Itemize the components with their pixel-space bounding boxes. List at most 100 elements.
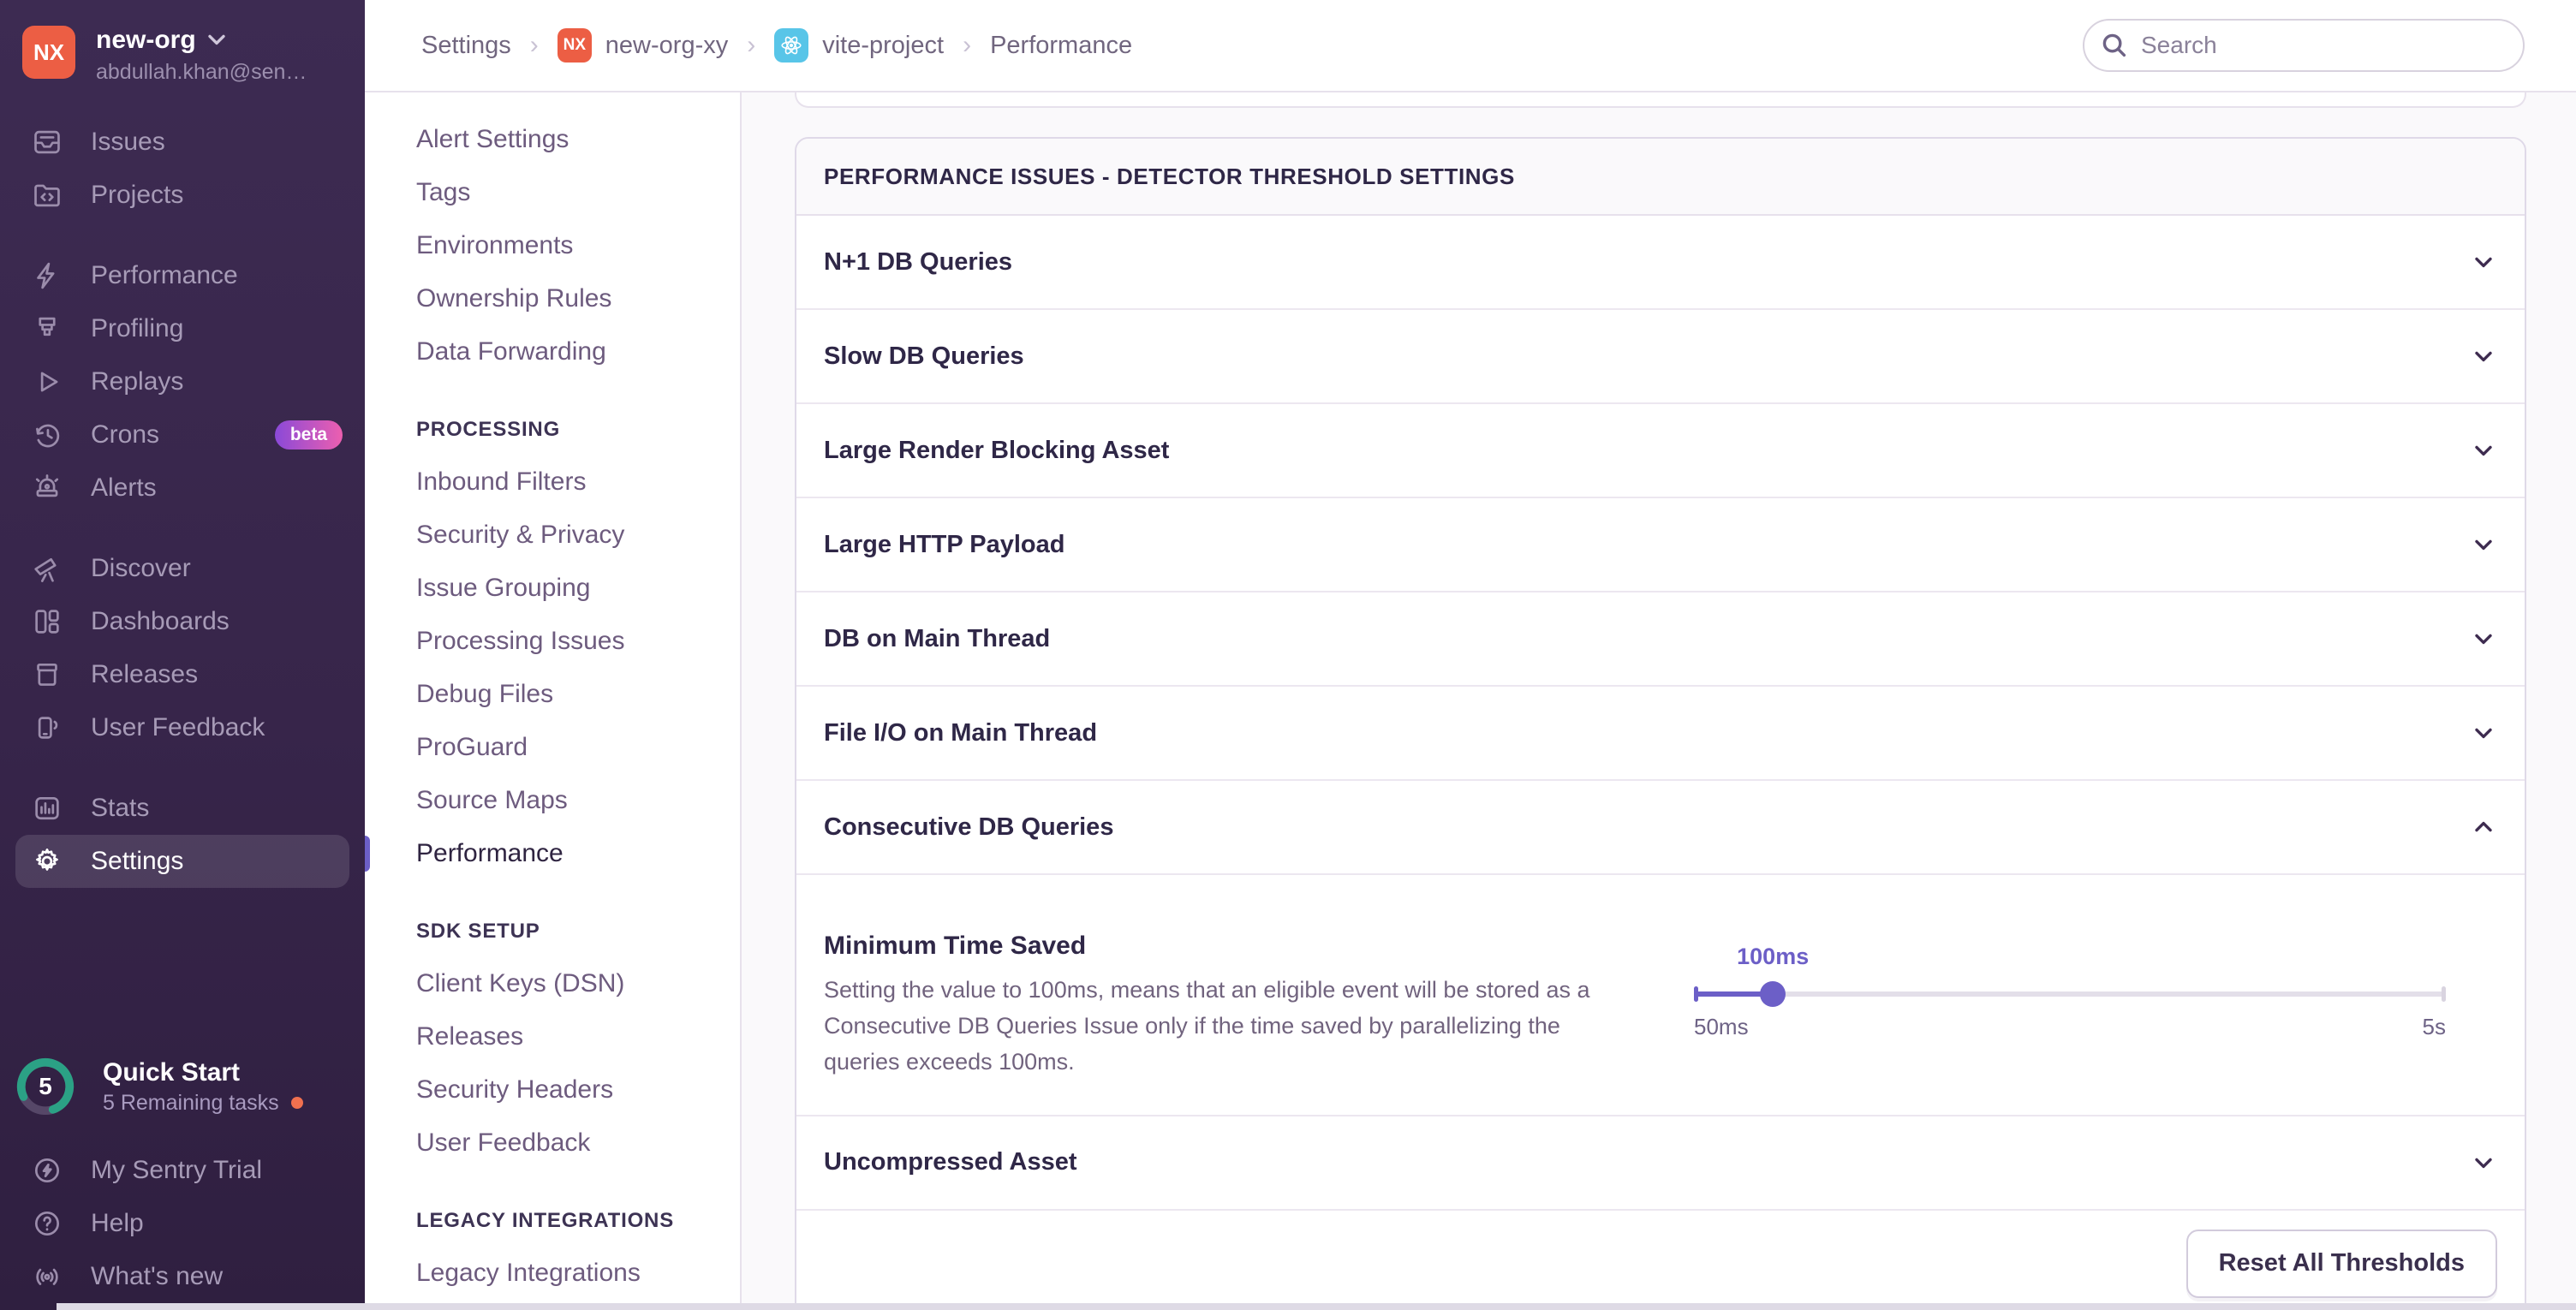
settings-nav-proguard[interactable]: ProGuard bbox=[365, 721, 740, 774]
chevron-down-icon bbox=[2470, 625, 2497, 652]
breadcrumb-org[interactable]: NX new-org-xy bbox=[558, 28, 728, 63]
sidebar-item-label: Replays bbox=[91, 367, 183, 396]
lightning-icon bbox=[31, 259, 63, 292]
slider-track[interactable] bbox=[1694, 991, 2446, 997]
sidebar-item-user-feedback[interactable]: User Feedback bbox=[0, 701, 365, 754]
breadcrumb-separator-icon: › bbox=[963, 31, 971, 60]
settings-nav-ownership-rules[interactable]: Ownership Rules bbox=[365, 272, 740, 325]
slider-value-label: 100ms bbox=[1737, 944, 1809, 970]
sidebar-item-my-sentry-trial[interactable]: My Sentry Trial bbox=[0, 1144, 365, 1197]
accordion-row-db-on-main-thread[interactable]: DB on Main Thread bbox=[796, 592, 2525, 687]
settings-nav-security-headers[interactable]: Security Headers bbox=[365, 1063, 740, 1116]
sidebar-item-whats-new[interactable]: What's new bbox=[0, 1250, 365, 1303]
accordion-row-slow-db-queries[interactable]: Slow DB Queries bbox=[796, 310, 2525, 404]
sidebar-item-label: Help bbox=[91, 1209, 144, 1238]
alert-dot bbox=[291, 1097, 303, 1109]
sidebar-item-alerts[interactable]: Alerts bbox=[0, 461, 365, 515]
settings-nav-issue-grouping[interactable]: Issue Grouping bbox=[365, 562, 740, 615]
org-avatar[interactable]: NX bbox=[22, 26, 75, 79]
sidebar-item-label: Discover bbox=[91, 554, 191, 583]
sidebar-item-label: Projects bbox=[91, 181, 183, 210]
org-email: abdullah.khan@sen… bbox=[96, 60, 307, 85]
chevron-down-icon bbox=[2470, 1149, 2497, 1176]
quick-start-title: Quick Start bbox=[103, 1058, 303, 1087]
breadcrumb-project-label: vite-project bbox=[822, 32, 944, 60]
sidebar-item-crons[interactable]: Crons beta bbox=[0, 408, 365, 461]
accordion-row-uncompressed-asset[interactable]: Uncompressed Asset bbox=[796, 1116, 2525, 1211]
quick-start-count: 5 bbox=[15, 1057, 75, 1116]
sidebar-item-stats[interactable]: Stats bbox=[0, 782, 365, 835]
settings-nav-header-processing: PROCESSING bbox=[365, 404, 740, 456]
sidebar-item-dashboards[interactable]: Dashboards bbox=[0, 595, 365, 648]
setting-description: Setting the value to 100ms, means that a… bbox=[824, 973, 1629, 1081]
accordion-row-large-http-payload[interactable]: Large HTTP Payload bbox=[796, 498, 2525, 592]
sidebar-item-label: Profiling bbox=[91, 314, 183, 343]
settings-nav-releases[interactable]: Releases bbox=[365, 1010, 740, 1063]
accordion-row-consecutive-db-queries[interactable]: Consecutive DB Queries bbox=[796, 781, 2525, 875]
viewport-bottom-edge bbox=[57, 1303, 2576, 1310]
sidebar-item-releases[interactable]: Releases bbox=[0, 648, 365, 701]
accordion-row-label: Uncompressed Asset bbox=[824, 1148, 1076, 1176]
gear-icon bbox=[31, 845, 63, 878]
reset-all-thresholds-button[interactable]: Reset All Thresholds bbox=[2186, 1230, 2497, 1298]
settings-nav-data-forwarding[interactable]: Data Forwarding bbox=[365, 325, 740, 378]
settings-nav-environments[interactable]: Environments bbox=[365, 219, 740, 272]
search-input[interactable] bbox=[2083, 19, 2525, 72]
sidebar-item-help[interactable]: Help bbox=[0, 1197, 365, 1250]
chevron-down-icon bbox=[2470, 342, 2497, 370]
settings-nav-legacy-integrations[interactable]: Legacy Integrations bbox=[365, 1247, 740, 1300]
quick-start-subtitle: 5 Remaining tasks bbox=[103, 1091, 279, 1116]
sidebar-item-label: My Sentry Trial bbox=[91, 1156, 262, 1185]
chevron-down-icon bbox=[208, 34, 225, 46]
settings-nav-processing-issues[interactable]: Processing Issues bbox=[365, 615, 740, 668]
sidebar-bottom: 5 Quick Start 5 Remaining tasks My Sentr… bbox=[0, 1057, 365, 1310]
settings-nav-inbound-filters[interactable]: Inbound Filters bbox=[365, 456, 740, 509]
settings-nav-tags[interactable]: Tags bbox=[365, 166, 740, 219]
setting-title: Minimum Time Saved bbox=[824, 932, 1643, 961]
sidebar-item-projects[interactable]: Projects bbox=[0, 169, 365, 222]
accordion-row-label: Slow DB Queries bbox=[824, 342, 1024, 371]
sidebar-item-discover[interactable]: Discover bbox=[0, 542, 365, 595]
top-header: Settings › NX new-org-xy › vite-project bbox=[365, 0, 2576, 92]
breadcrumb-project[interactable]: vite-project bbox=[774, 28, 944, 63]
expanded-threshold-setting: Minimum Time Saved Setting the value to … bbox=[796, 875, 2525, 1116]
settings-nav-source-maps[interactable]: Source Maps bbox=[365, 774, 740, 827]
org-name[interactable]: new-org bbox=[96, 26, 196, 55]
settings-nav-performance[interactable]: Performance bbox=[365, 827, 740, 880]
sidebar-item-label: Stats bbox=[91, 794, 149, 823]
settings-nav-debug-files[interactable]: Debug Files bbox=[365, 668, 740, 721]
quick-start[interactable]: 5 Quick Start 5 Remaining tasks bbox=[0, 1057, 365, 1144]
settings-nav-header-sdk-setup: SDK SETUP bbox=[365, 906, 740, 957]
play-icon bbox=[31, 366, 63, 398]
search-box bbox=[2083, 19, 2525, 72]
accordion-row-file-io-on-main-thread[interactable]: File I/O on Main Thread bbox=[796, 687, 2525, 781]
threshold-slider: 100ms 50ms 5s bbox=[1694, 932, 2446, 1081]
settings-nav-client-keys[interactable]: Client Keys (DSN) bbox=[365, 957, 740, 1010]
slider-thumb[interactable] bbox=[1760, 981, 1786, 1007]
feedback-icon bbox=[31, 712, 63, 744]
slider-max-label: 5s bbox=[2423, 1014, 2446, 1040]
chevron-down-icon bbox=[2470, 437, 2497, 464]
issues-icon bbox=[31, 126, 63, 158]
previous-panel-edge bbox=[795, 92, 2526, 108]
org-switcher[interactable]: NX new-org abdullah.khan@sen… bbox=[0, 0, 365, 85]
sidebar-item-replays[interactable]: Replays bbox=[0, 355, 365, 408]
detector-threshold-panel: PERFORMANCE ISSUES - DETECTOR THRESHOLD … bbox=[795, 137, 2526, 1310]
search-icon bbox=[2102, 33, 2127, 65]
chevron-up-icon bbox=[2470, 813, 2497, 841]
chevron-down-icon bbox=[2470, 531, 2497, 558]
accordion-row-large-render-blocking-asset[interactable]: Large Render Blocking Asset bbox=[796, 404, 2525, 498]
sidebar-item-settings[interactable]: Settings bbox=[15, 835, 349, 888]
sidebar-item-label: User Feedback bbox=[91, 713, 265, 742]
sidebar-item-performance[interactable]: Performance bbox=[0, 249, 365, 302]
quick-start-progress-ring: 5 bbox=[15, 1057, 75, 1116]
accordion-row-label: N+1 DB Queries bbox=[824, 248, 1012, 277]
accordion-row-n-plus-one-db-queries[interactable]: N+1 DB Queries bbox=[796, 216, 2525, 310]
sidebar-item-profiling[interactable]: Profiling bbox=[0, 302, 365, 355]
settings-nav-security-privacy[interactable]: Security & Privacy bbox=[365, 509, 740, 562]
breadcrumb-org-label: new-org-xy bbox=[605, 32, 728, 60]
settings-nav-alert-settings[interactable]: Alert Settings bbox=[365, 113, 740, 166]
sidebar-item-issues[interactable]: Issues bbox=[0, 116, 365, 169]
settings-nav-user-feedback[interactable]: User Feedback bbox=[365, 1116, 740, 1170]
breadcrumb-settings[interactable]: Settings bbox=[421, 32, 511, 60]
